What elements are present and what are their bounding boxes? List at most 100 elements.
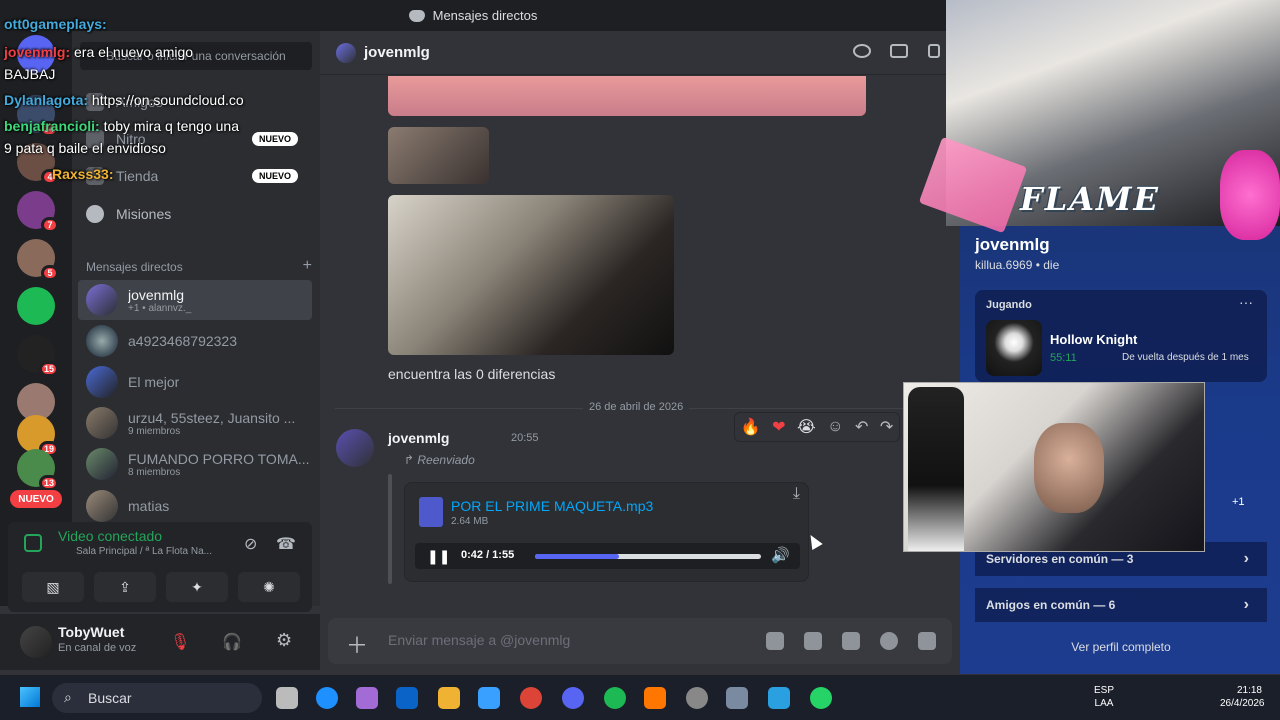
chat-text: https://on.soundcloud.co: [91, 92, 244, 108]
server-icon[interactable]: 15: [17, 335, 59, 377]
voice-call-icon[interactable]: [853, 44, 871, 58]
audio-progress-fill: [535, 554, 619, 559]
server-icon[interactable]: [17, 287, 55, 325]
apps-icon[interactable]: [918, 632, 936, 650]
discord-icon: [408, 9, 425, 22]
download-icon[interactable]: ⤓: [793, 485, 800, 503]
banner-logo: FLAME: [1020, 180, 1160, 218]
voice-channel[interactable]: Sala Principal / ª La Flota Na...: [76, 546, 302, 557]
start-button[interactable]: [20, 687, 40, 707]
dm-item[interactable]: urzu4, 55steez, Juansito ... 9 miembros: [78, 403, 312, 443]
chat-text: BAJBAJ: [4, 66, 56, 82]
user-panel: TobyWuet En canal de voz 🎙 🎧 ⚙: [0, 614, 320, 670]
image-attachment[interactable]: [388, 76, 866, 116]
mute-icon[interactable]: 🎙: [170, 632, 190, 652]
dm-name: El mejor: [128, 374, 180, 390]
obs-icon[interactable]: [686, 687, 708, 709]
camera-off-button[interactable]: ▧: [22, 572, 84, 602]
store-icon[interactable]: [478, 687, 500, 709]
volume-icon[interactable]: 🔊: [771, 546, 790, 564]
forward-icon[interactable]: ↷: [880, 417, 893, 437]
image-attachment[interactable]: [388, 127, 489, 184]
outlook-icon[interactable]: [396, 687, 418, 709]
dm-item[interactable]: El mejor: [78, 362, 312, 402]
chat-recipient[interactable]: jovenmlg: [364, 44, 430, 61]
more-icon[interactable]: ···: [1239, 294, 1253, 310]
sticker-icon[interactable]: [842, 632, 860, 650]
server-icon[interactable]: 5: [17, 239, 59, 281]
audio-time: 0:42 / 1:55: [461, 549, 515, 561]
chrome-icon[interactable]: [520, 687, 542, 709]
dm-members: 8 miembros: [128, 466, 181, 478]
task-view-icon[interactable]: [276, 687, 298, 709]
screen-share-button[interactable]: ⇪: [94, 572, 156, 602]
discord-icon[interactable]: [562, 687, 584, 709]
spotify-icon[interactable]: [604, 687, 626, 709]
dm-item[interactable]: jovenmlg +1 • alannvz._: [78, 280, 312, 320]
emoji-icon[interactable]: [880, 632, 898, 650]
lang-layout: LAA: [1094, 698, 1114, 709]
gift-icon[interactable]: [766, 632, 784, 650]
dm-name: a4923468792323: [128, 333, 238, 349]
nav-quests[interactable]: Misiones: [78, 196, 312, 232]
soundcloud-icon[interactable]: [644, 687, 666, 709]
message-input[interactable]: Enviar mensaje a @jovenmlg: [388, 632, 570, 648]
language-indicator[interactable]: ESP LAA: [1094, 684, 1114, 710]
message-author[interactable]: jovenmlg: [388, 430, 449, 446]
attach-button[interactable]: ＋: [346, 628, 368, 660]
game-return-note: De vuelta después de 1 mes: [1122, 352, 1249, 363]
mutual-friends[interactable]: Amigos en común — 6 ›: [975, 588, 1267, 622]
unread-badge: 5: [41, 265, 59, 281]
chat-header: jovenmlg: [320, 31, 946, 75]
noise-suppression-icon[interactable]: ⊘: [244, 534, 257, 554]
explorer-icon[interactable]: [438, 687, 460, 709]
avatar[interactable]: [336, 429, 374, 467]
audio-file-name[interactable]: POR EL PRIME MAQUETA.mp3: [451, 498, 653, 514]
soundboard-button[interactable]: ✺: [238, 572, 300, 602]
server-icon[interactable]: 13: [17, 449, 59, 491]
dm-item[interactable]: FUMANDO PORRO TOMA... 8 miembros: [78, 444, 312, 484]
activities-button[interactable]: ✦: [166, 572, 228, 602]
video-call-icon[interactable]: [890, 44, 908, 58]
cry-reaction-button[interactable]: 😭: [797, 417, 816, 437]
server-icon[interactable]: 19: [17, 415, 59, 457]
reply-icon[interactable]: ↶: [855, 417, 868, 437]
fire-reaction-button[interactable]: 🔥: [741, 417, 761, 437]
dm-item[interactable]: matias: [78, 486, 312, 526]
copilot-icon[interactable]: [356, 687, 378, 709]
search-icon: ⌕: [64, 689, 72, 705]
whatsapp-icon[interactable]: [810, 687, 832, 709]
view-full-profile-link[interactable]: Ver perfil completo: [975, 640, 1267, 668]
taskbar-search-label: Buscar: [88, 690, 132, 706]
mutual-friends-label: Amigos en común — 6: [986, 598, 1116, 612]
unread-badge: 7: [41, 217, 59, 233]
dm-section-header: Mensajes directos +: [86, 257, 312, 274]
date-divider-label: 26 de abril de 2026: [583, 401, 690, 413]
add-reaction-icon[interactable]: ☺: [827, 418, 843, 436]
username[interactable]: TobyWuet: [58, 624, 124, 640]
signal-icon[interactable]: [24, 534, 42, 552]
gear-icon[interactable]: ⚙: [276, 630, 292, 651]
app-icon[interactable]: [768, 687, 790, 709]
deafen-icon[interactable]: 🎧: [222, 632, 242, 652]
gif-icon[interactable]: [804, 632, 822, 650]
taskbar-search[interactable]: ⌕ Buscar: [52, 683, 262, 713]
message-actions-bar: 🔥 ❤ 😭 ☺ ↶ ↷: [734, 412, 900, 442]
edge-icon[interactable]: [316, 687, 338, 709]
pause-button[interactable]: ❚❚: [427, 548, 450, 565]
pin-icon[interactable]: [928, 44, 940, 58]
image-attachment[interactable]: [388, 195, 674, 355]
forwarded-text: Reenviado: [417, 453, 475, 467]
add-dm-button[interactable]: +: [303, 257, 312, 274]
dm-item[interactable]: a4923468792323: [78, 321, 312, 361]
disconnect-icon[interactable]: ☎: [276, 534, 296, 554]
chat-text: 9 pata q baile el envidioso: [4, 140, 166, 156]
audio-file-icon: [419, 497, 443, 527]
settings-icon[interactable]: [726, 687, 748, 709]
avatar[interactable]: [20, 626, 52, 658]
clock[interactable]: 21:18 26/4/2026: [1220, 684, 1265, 710]
heart-reaction-button[interactable]: ❤: [772, 417, 785, 437]
unread-badge: 13: [38, 475, 59, 491]
audio-progress-slider[interactable]: [535, 554, 761, 559]
webcam-overlay: [903, 382, 1205, 552]
